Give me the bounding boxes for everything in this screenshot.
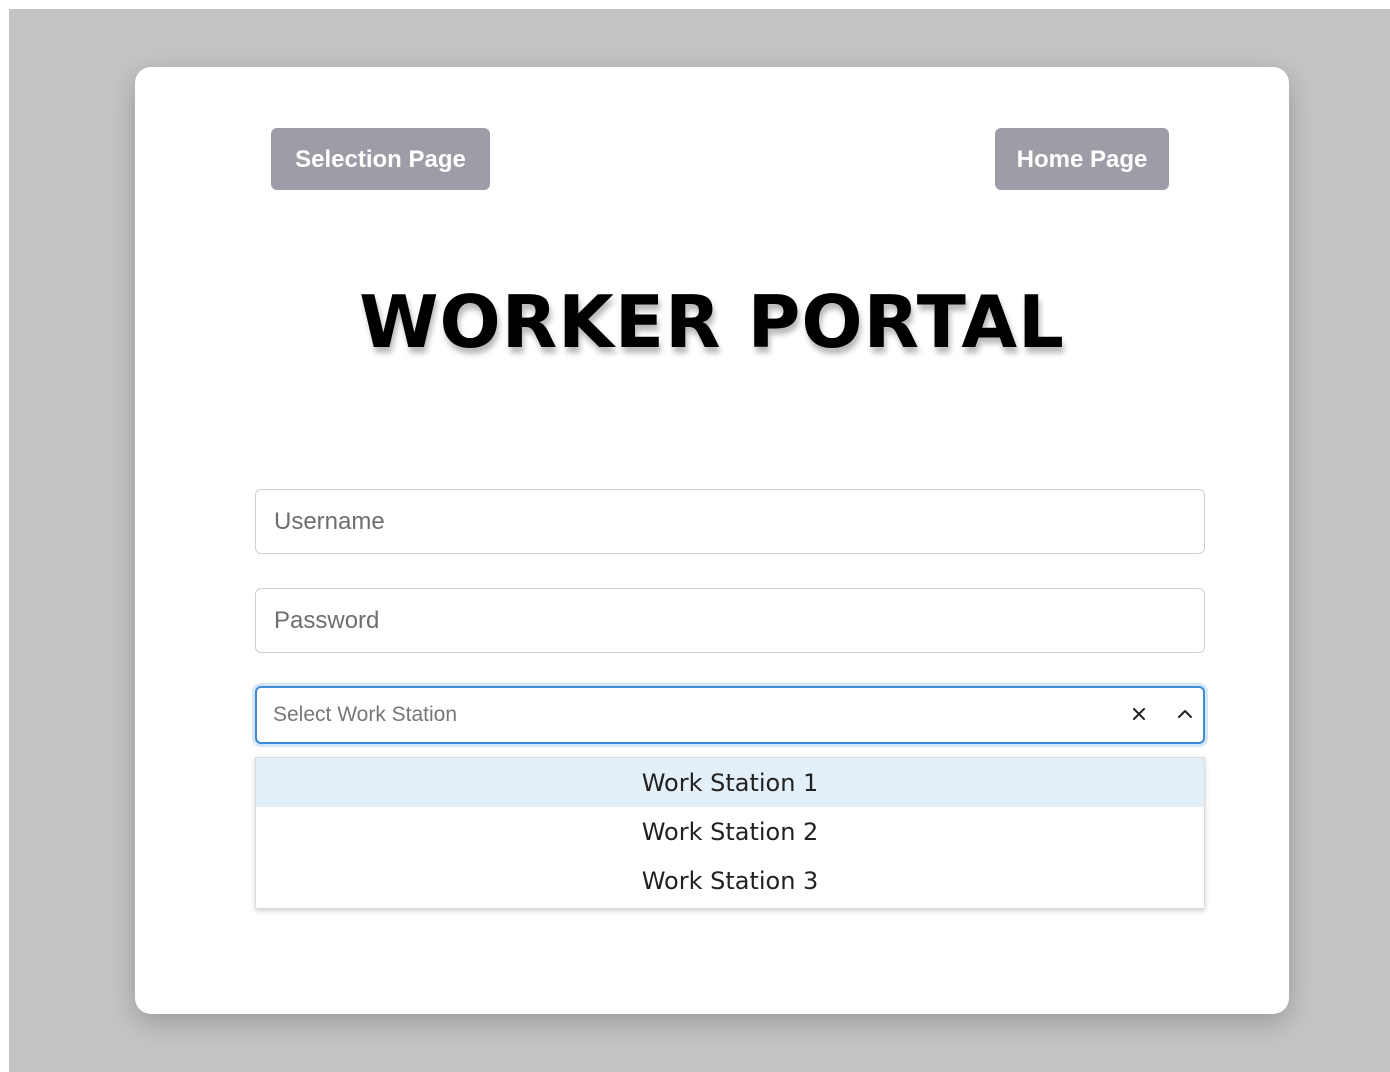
close-icon[interactable] xyxy=(1127,702,1151,726)
home-page-button[interactable]: Home Page xyxy=(995,128,1169,190)
workstation-search-input[interactable] xyxy=(273,688,1093,742)
password-input[interactable] xyxy=(255,588,1205,653)
workstation-select[interactable] xyxy=(255,686,1205,744)
chevron-up-icon[interactable] xyxy=(1173,702,1197,726)
page-backdrop: Selection Page Home Page WORKER PORTAL W… xyxy=(9,9,1390,1072)
username-input[interactable] xyxy=(255,489,1205,554)
page-title: WORKER PORTAL xyxy=(359,280,1065,364)
workstation-option-2[interactable]: Work Station 2 xyxy=(256,807,1204,856)
workstation-option-3[interactable]: Work Station 3 xyxy=(256,856,1204,905)
workstation-dropdown: Work Station 1 Work Station 2 Work Stati… xyxy=(255,757,1205,909)
login-card: Selection Page Home Page WORKER PORTAL W… xyxy=(135,67,1289,1014)
selection-page-button[interactable]: Selection Page xyxy=(271,128,490,190)
workstation-option-1[interactable]: Work Station 1 xyxy=(256,758,1204,807)
